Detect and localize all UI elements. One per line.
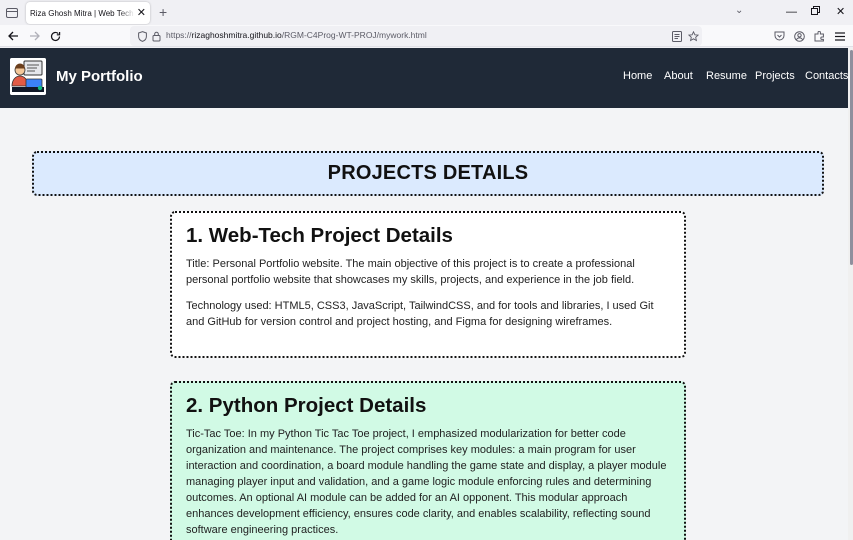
- page-scrollbar[interactable]: [848, 48, 853, 540]
- project-title: 2. Python Project Details: [186, 394, 427, 417]
- project-technology: Technology used: HTML5, CSS3, JavaScript…: [186, 300, 654, 328]
- project-title: 1. Web-Tech Project Details: [186, 224, 453, 247]
- project-description: Title: Personal Portfolio website. The m…: [186, 258, 635, 286]
- project-card-python: 2. Python Project Details Tic-Tac Toe: I…: [170, 381, 686, 540]
- lock-icon[interactable]: [148, 28, 164, 44]
- reader-view-icon[interactable]: [669, 28, 685, 44]
- nav-link-about[interactable]: About: [664, 70, 693, 82]
- projects-heading-banner: PROJECTS DETAILS: [32, 151, 824, 196]
- account-icon[interactable]: [791, 28, 807, 44]
- project-card-web-tech: 1. Web-Tech Project Details Title: Perso…: [170, 211, 686, 358]
- close-window-icon[interactable]: ✕: [836, 4, 845, 20]
- reload-icon[interactable]: [47, 28, 63, 44]
- page-viewport: My Portfolio Home About Resume Projects …: [0, 48, 853, 540]
- extensions-icon[interactable]: [811, 28, 827, 44]
- url-path: /RGM-C4Prog-WT-PROJ/mywork.html: [281, 30, 427, 40]
- forward-icon[interactable]: [26, 28, 42, 44]
- nav-link-resume[interactable]: Resume: [706, 70, 747, 82]
- site-title[interactable]: My Portfolio: [56, 68, 143, 85]
- new-tab-icon[interactable]: +: [159, 4, 167, 20]
- back-icon[interactable]: [5, 28, 21, 44]
- close-tab-icon[interactable]: ✕: [137, 7, 146, 19]
- url-text: https://rizaghoshmitra.github.io/RGM-C4P…: [166, 30, 427, 40]
- browser-tab-bar: Riza Ghosh Mitra | Web Tech | Certificat…: [0, 0, 853, 25]
- bookmark-star-icon[interactable]: [685, 28, 701, 44]
- browser-nav-bar: https://rizaghoshmitra.github.io/RGM-C4P…: [0, 25, 853, 47]
- site-header: My Portfolio Home About Resume Projects …: [0, 48, 848, 108]
- restore-icon[interactable]: [811, 4, 820, 20]
- nav-link-projects[interactable]: Projects: [755, 70, 795, 82]
- chevron-down-icon[interactable]: ⌄: [735, 5, 743, 16]
- page-title: PROJECTS DETAILS: [327, 162, 529, 184]
- url-host: rizaghoshmitra.github.io: [191, 30, 282, 40]
- pocket-icon[interactable]: [771, 28, 787, 44]
- url-bar[interactable]: https://rizaghoshmitra.github.io/RGM-C4P…: [130, 26, 702, 46]
- nav-link-home[interactable]: Home: [623, 70, 652, 82]
- minimize-icon[interactable]: —: [786, 4, 797, 20]
- browser-tab[interactable]: Riza Ghosh Mitra | Web Tech | Certificat…: [26, 2, 150, 24]
- project-description: Tic-Tac Toe: In my Python Tic Tac Toe pr…: [186, 428, 667, 536]
- nav-link-contacts[interactable]: Contacts: [805, 70, 848, 82]
- menu-icon[interactable]: [832, 28, 848, 44]
- tab-title: Riza Ghosh Mitra | Web Tech | Certificat…: [30, 8, 135, 18]
- tab-list-icon[interactable]: [4, 5, 20, 21]
- portfolio-logo[interactable]: [10, 58, 46, 95]
- url-prefix: https://: [166, 30, 192, 40]
